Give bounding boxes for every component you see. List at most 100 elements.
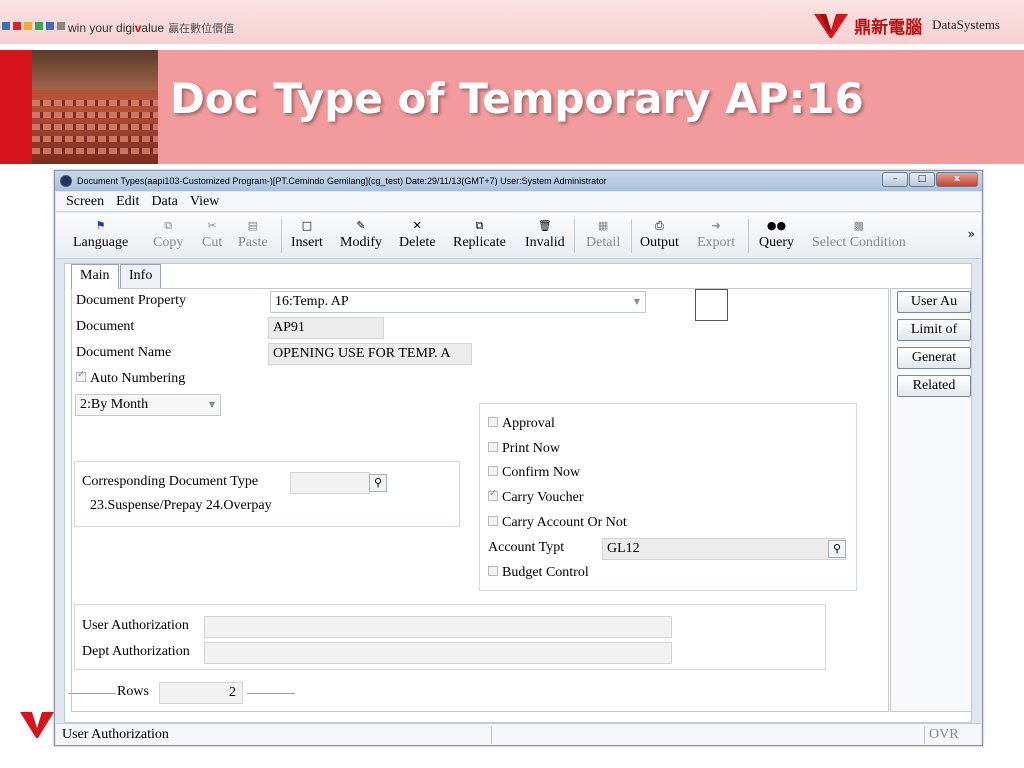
printer-icon: ⎙ [655, 219, 664, 232]
checkbox-icon [488, 417, 498, 427]
status-mode: OVR [929, 727, 959, 742]
close-button[interactable]: x [936, 172, 978, 187]
window-title: Document Types(aapi103-Customized Progra… [77, 176, 607, 186]
menu-view[interactable]: View [190, 192, 219, 211]
user-authorization-label: User Authorization [82, 618, 189, 633]
replicate-icon: ⧉ [475, 219, 484, 232]
blank-box [695, 289, 728, 321]
menu-bar: Screen Edit Data View [56, 192, 981, 212]
tagline: win your digivalue 贏在數位價值 [68, 21, 235, 35]
status-message: User Authorization [62, 727, 169, 742]
confirm-now-checkbox[interactable]: Confirm Now [488, 465, 580, 481]
print-now-checkbox[interactable]: Print Now [488, 441, 560, 457]
checkbox-icon [488, 566, 498, 576]
export-button[interactable]: ➜ Export [697, 217, 735, 251]
status-bar: User Authorization OVR [56, 723, 981, 745]
document-name-field[interactable]: OPENING USE FOR TEMP. A [268, 343, 472, 365]
color-square [2, 22, 10, 30]
corresponding-doc-label: Corresponding Document Type [82, 474, 259, 489]
app-icon [60, 175, 72, 187]
main-panel: Document Property 16:Temp. AP ▼ Document … [68, 288, 889, 712]
brand: 鼎新電腦 DataSystems [812, 10, 1000, 40]
menu-data[interactable]: Data [151, 192, 177, 211]
output-button[interactable]: ⎙ Output [640, 217, 679, 251]
authorization-group: User Authorization Dept Authorization [74, 604, 826, 670]
dept-authorization-field[interactable] [204, 642, 672, 664]
document-property-label: Document Property [76, 293, 187, 308]
menu-screen[interactable]: Screen [66, 192, 104, 211]
checkbox-icon [488, 488, 498, 501]
trash-icon: 🗑 [537, 219, 552, 232]
paste-button[interactable]: ▤ Paste [238, 217, 268, 251]
account-type-field[interactable]: GL12 [602, 538, 846, 560]
checkbox-icon [488, 442, 498, 452]
color-square [46, 22, 54, 30]
corresponding-doc-hint: 23.Suspense/Prepay 24.Overpay [90, 498, 272, 513]
cut-button[interactable]: ✂ Cut [202, 217, 222, 251]
numbering-mode-select[interactable]: 2:By Month ▼ [75, 394, 221, 416]
auditorium-photo [32, 50, 158, 164]
limit-of-button[interactable]: Limit of [897, 319, 971, 341]
language-button[interactable]: ⚑ Language [73, 217, 128, 251]
carry-account-checkbox[interactable]: Carry Account Or Not [488, 515, 627, 531]
new-document-icon: □ [301, 219, 313, 232]
pencil-icon: ✎ [356, 219, 366, 232]
insert-button[interactable]: □ Insert [291, 217, 323, 251]
scissors-icon: ✂ [207, 219, 217, 232]
query-button[interactable]: ●● Query [759, 217, 794, 251]
flag-icon: ⚑ [95, 219, 106, 232]
document-name-label: Document Name [76, 345, 172, 360]
minimize-button[interactable]: – [882, 172, 908, 187]
rows-count: 2 [159, 682, 243, 704]
toolbar: ⚑ Language ⧉ Copy ✂ Cut ▤ Paste □ Insert ✎ Mod… [56, 213, 981, 259]
detail-button[interactable]: ▦ Detail [586, 217, 620, 251]
document-label: Document [76, 319, 135, 334]
condition-icon: ▩ [853, 219, 865, 232]
checkbox-icon [76, 369, 86, 382]
replicate-button[interactable]: ⧉ Replicate [453, 217, 506, 251]
chevron-down-icon: ▼ [633, 297, 640, 306]
rows-label: Rows [117, 684, 149, 699]
related-button[interactable]: Related [897, 375, 971, 397]
menu-edit[interactable]: Edit [116, 192, 139, 211]
budget-control-checkbox[interactable]: Budget Control [488, 565, 589, 581]
window-title-bar[interactable]: Document Types(aapi103-Customized Progra… [55, 171, 982, 191]
corresponding-doc-group: Corresponding Document Type ⚲ 23.Suspens… [74, 461, 460, 527]
search-icon[interactable]: ⚲ [828, 540, 846, 558]
brand-name-zh: 鼎新電腦 [854, 17, 923, 37]
carry-voucher-checkbox[interactable]: Carry Voucher [488, 488, 584, 506]
modify-button[interactable]: ✎ Modify [340, 217, 382, 251]
tab-info[interactable]: Info [120, 264, 162, 288]
user-au-button[interactable]: User Au [897, 291, 971, 313]
color-squares [2, 22, 65, 30]
auto-numbering-checkbox[interactable]: Auto Numbering [76, 369, 185, 387]
maximize-button[interactable]: □ [909, 172, 935, 187]
invalid-button[interactable]: 🗑 Invalid [525, 217, 565, 251]
red-strip [0, 50, 32, 164]
document-property-select[interactable]: 16:Temp. AP ▼ [270, 291, 646, 313]
generat-button[interactable]: Generat [897, 347, 971, 369]
tab-main[interactable]: Main [71, 264, 119, 289]
approval-checkbox[interactable]: Approval [488, 416, 555, 432]
delete-x-icon: ✕ [412, 219, 422, 232]
slide-title: Doc Type of Temporary AP:16 [170, 74, 864, 123]
app-window: Document Types(aapi103-Customized Progra… [54, 170, 983, 746]
options-group: Approval Print Now Confirm Now Carry Vou… [479, 403, 857, 591]
account-type-label: Account Typt [488, 540, 565, 555]
corresponding-doc-field[interactable] [290, 472, 370, 494]
delete-button[interactable]: ✕ Delete [399, 217, 436, 251]
window-controls: – □ x [882, 172, 978, 187]
brand-logo-icon [814, 14, 849, 38]
chevron-down-icon: ▼ [208, 400, 215, 409]
copy-icon: ⧉ [164, 219, 173, 232]
toolbar-overflow-icon[interactable]: » [968, 227, 975, 241]
search-icon[interactable]: ⚲ [369, 474, 387, 492]
checkbox-icon [488, 466, 498, 476]
document-field[interactable]: AP91 [268, 317, 384, 339]
export-icon: ➜ [711, 219, 721, 232]
select-condition-button[interactable]: ▩ Select Condition [812, 217, 906, 251]
binoculars-icon: ●● [766, 219, 787, 232]
copy-button[interactable]: ⧉ Copy [153, 217, 183, 251]
side-panel: User Au Limit of Generat Related [890, 288, 972, 712]
user-authorization-field[interactable] [204, 616, 672, 638]
